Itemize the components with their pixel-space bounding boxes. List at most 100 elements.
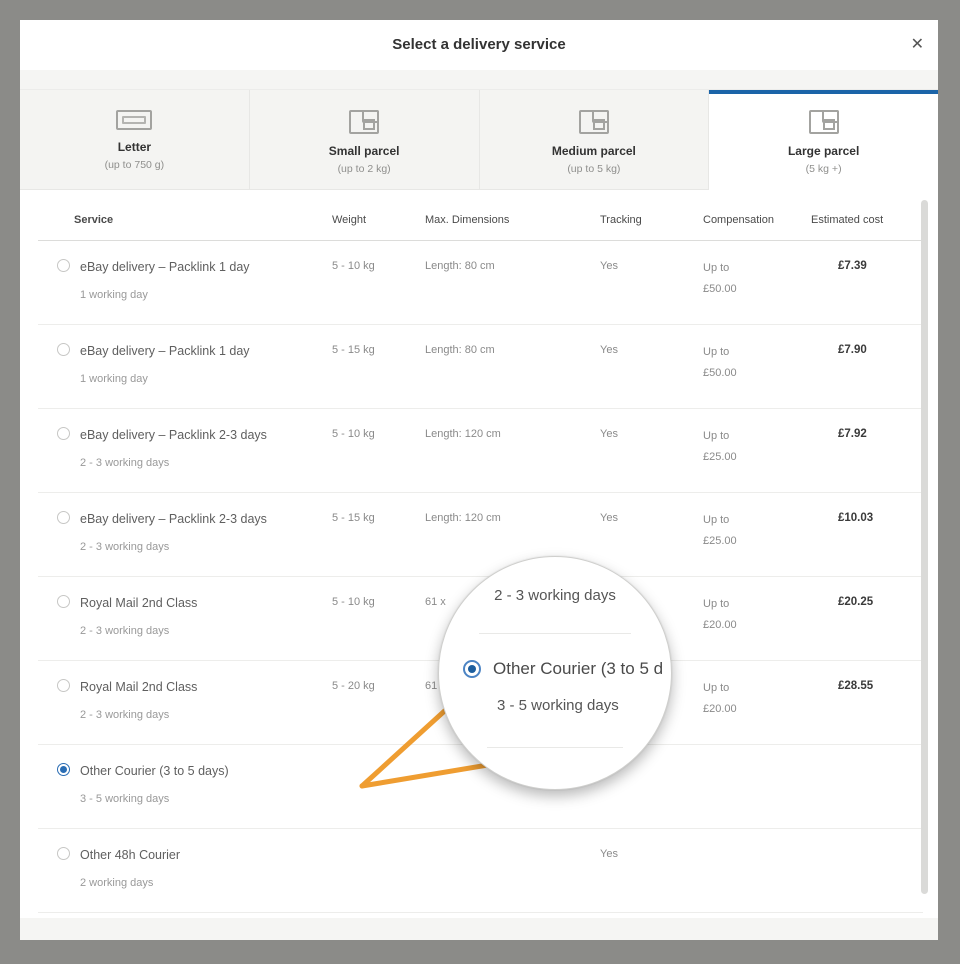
tab-label: Medium parcel [552, 144, 636, 158]
table-row[interactable]: eBay delivery – Packlink 2-3 days 2 - 3 … [38, 409, 923, 493]
tracking-cell: Yes [600, 342, 703, 359]
table-row[interactable]: eBay delivery – Packlink 2-3 days 2 - 3 … [38, 493, 923, 577]
service-radio[interactable] [57, 679, 70, 692]
weight-cell: 5 - 10 kg [332, 426, 425, 443]
tab-sublabel: (up to 750 g) [105, 159, 165, 171]
tab-small-parcel[interactable]: Small parcel (up to 2 kg) [250, 90, 480, 190]
tab-label: Small parcel [329, 144, 400, 158]
close-icon[interactable]: ✕ [911, 20, 924, 70]
modal-footer-strip [20, 918, 938, 940]
tab-sublabel: (5 kg +) [806, 163, 842, 175]
package-type-tabs: Letter (up to 750 g) Small parcel (up to… [20, 90, 938, 190]
service-name: Other Courier (3 to 5 days) [80, 762, 229, 781]
service-name: Royal Mail 2nd Class [80, 678, 197, 697]
service-radio[interactable] [57, 343, 70, 356]
tracking-cell: Yes [600, 846, 703, 863]
service-subtitle: 1 working day [80, 287, 250, 304]
magnifier-selected-option: Other Courier (3 to 5 d [463, 659, 663, 679]
tracking-cell: Yes [600, 426, 703, 443]
service-subtitle: 1 working day [80, 371, 250, 388]
tab-medium-parcel[interactable]: Medium parcel (up to 5 kg) [480, 90, 710, 190]
service-cell: Other Courier (3 to 5 days) 3 - 5 workin… [38, 762, 332, 807]
compensation-cell: Up to £50.00 [703, 342, 838, 384]
screenshot-frame: Select a delivery service ✕ Letter (up t… [0, 0, 960, 964]
service-subtitle: 2 working days [80, 875, 180, 892]
service-radio[interactable] [57, 259, 70, 272]
dimensions-cell: Length: 80 cm [425, 342, 600, 359]
weight-cell: 5 - 10 kg [332, 594, 425, 611]
table-header-row: Service Weight Max. Dimensions Tracking … [38, 190, 923, 241]
parcel-icon [349, 110, 379, 134]
weight-cell: 5 - 20 kg [332, 678, 425, 695]
header-compensation: Compensation [703, 214, 811, 226]
weight-cell: 5 - 10 kg [332, 258, 425, 275]
compensation-cell: Up to £20.00 [703, 594, 838, 636]
service-radio[interactable] [57, 763, 70, 776]
weight-cell: 5 - 15 kg [332, 510, 425, 527]
cost-cell: £10.03 [838, 510, 923, 527]
dimensions-cell: Length: 120 cm [425, 510, 600, 527]
service-radio[interactable] [57, 427, 70, 440]
tab-large-parcel[interactable]: Large parcel (5 kg +) [709, 90, 938, 190]
cost-cell: £7.39 [838, 258, 923, 275]
dimensions-cell: Length: 120 cm [425, 426, 600, 443]
delivery-service-modal: Select a delivery service ✕ Letter (up t… [20, 20, 938, 918]
cost-cell: £7.92 [838, 426, 923, 443]
tracking-cell: Yes [600, 258, 703, 275]
tab-label: Large parcel [788, 144, 859, 158]
cost-cell: £28.55 [838, 678, 923, 695]
header-tracking: Tracking [600, 214, 703, 226]
service-cell: Royal Mail 2nd Class 2 - 3 working days [38, 594, 332, 639]
header-weight: Weight [332, 214, 425, 226]
tab-sublabel: (up to 2 kg) [338, 163, 391, 175]
service-subtitle: 2 - 3 working days [80, 707, 197, 724]
magnifier-bubble: 2 - 3 working days Other Courier (3 to 5… [438, 556, 672, 790]
service-cell: eBay delivery – Packlink 1 day 1 working… [38, 342, 332, 387]
tab-sublabel: (up to 5 kg) [567, 163, 620, 175]
service-name: Royal Mail 2nd Class [80, 594, 197, 613]
service-radio[interactable] [57, 847, 70, 860]
dimensions-cell: Length: 80 cm [425, 258, 600, 275]
vertical-scrollbar[interactable] [921, 200, 928, 894]
table-row[interactable]: Other 48h Courier 2 working days Yes [38, 829, 923, 913]
table-row[interactable]: eBay delivery – Packlink 1 day 1 working… [38, 241, 923, 325]
service-name: eBay delivery – Packlink 2-3 days [80, 426, 267, 445]
tab-letter[interactable]: Letter (up to 750 g) [20, 90, 250, 190]
header-max-dimensions: Max. Dimensions [425, 214, 600, 226]
magnifier-option-subtitle: 3 - 5 working days [497, 697, 619, 714]
header-estimated-cost: Estimated cost [811, 214, 923, 226]
service-radio[interactable] [57, 511, 70, 524]
weight-cell: 5 - 15 kg [332, 342, 425, 359]
parcel-icon [579, 110, 609, 134]
parcel-icon [809, 110, 839, 134]
compensation-cell: Up to £25.00 [703, 426, 838, 468]
service-radio[interactable] [57, 595, 70, 608]
header-service: Service [38, 214, 332, 226]
compensation-cell: Up to £20.00 [703, 678, 838, 720]
service-subtitle: 2 - 3 working days [80, 623, 197, 640]
service-table-body: eBay delivery – Packlink 1 day 1 working… [38, 241, 923, 913]
service-cell: eBay delivery – Packlink 2-3 days 2 - 3 … [38, 426, 332, 471]
magnifier-divider-bottom [487, 747, 623, 748]
service-name: Other 48h Courier [80, 846, 180, 865]
magnifier-option-label: Other Courier (3 to 5 d [493, 659, 663, 679]
cost-cell: £20.25 [838, 594, 923, 611]
service-name: eBay delivery – Packlink 1 day [80, 258, 250, 277]
modal-title: Select a delivery service [20, 20, 938, 70]
tab-label: Letter [118, 140, 151, 154]
compensation-cell: Up to £50.00 [703, 258, 838, 300]
modal-header: Select a delivery service ✕ [20, 20, 938, 70]
service-cell: eBay delivery – Packlink 2-3 days 2 - 3 … [38, 510, 332, 555]
service-cell: Other 48h Courier 2 working days [38, 846, 332, 891]
service-cell: Royal Mail 2nd Class 2 - 3 working days [38, 678, 332, 723]
service-subtitle: 2 - 3 working days [80, 539, 267, 556]
compensation-cell: Up to £25.00 [703, 510, 838, 552]
service-subtitle: 2 - 3 working days [80, 455, 267, 472]
service-subtitle: 3 - 5 working days [80, 791, 229, 808]
magnifier-working-days-text: 2 - 3 working days [439, 587, 671, 604]
table-row[interactable]: eBay delivery – Packlink 1 day 1 working… [38, 325, 923, 409]
service-cell: eBay delivery – Packlink 1 day 1 working… [38, 258, 332, 303]
letter-icon [116, 110, 152, 130]
service-table: Service Weight Max. Dimensions Tracking … [38, 190, 923, 913]
magnifier-radio-selected-icon [463, 660, 481, 678]
